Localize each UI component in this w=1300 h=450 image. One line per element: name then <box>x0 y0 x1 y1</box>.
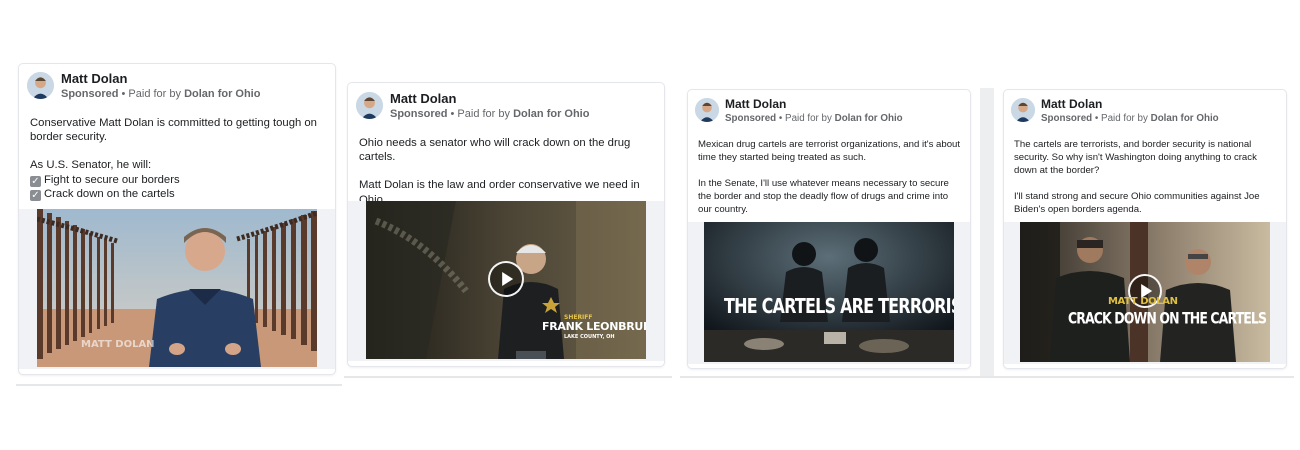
video-caption: FRANK LEONBRUNO <box>542 320 646 333</box>
video-caption: CRACK DOWN ON THE CARTELS <box>1068 308 1267 328</box>
sponsored-line: Sponsored • Paid for by Dolan for Ohio <box>61 88 260 100</box>
play-icon[interactable] <box>488 261 524 297</box>
paid-for-prefix: • Paid for by <box>121 88 182 100</box>
paid-for-prefix: • Paid for by <box>1094 113 1148 124</box>
video-watermark: MATT DOLAN <box>81 339 155 350</box>
sponsored-label: Sponsored <box>1041 113 1093 124</box>
sponsored-line: Sponsored • Paid for by Dolan for Ohio <box>390 108 589 120</box>
advertiser-name[interactable]: Matt Dolan <box>61 71 127 86</box>
ad-text-line: Conservative Matt Dolan is committed to … <box>30 117 317 144</box>
video-caption-small: MATT DOLAN <box>1108 296 1178 307</box>
advertiser-avatar[interactable] <box>695 98 719 122</box>
payer-name[interactable]: Dolan for Ohio <box>1151 113 1219 124</box>
ad-text-line: As U.S. Senator, he will: <box>30 159 152 172</box>
ad-column-divider <box>16 384 342 386</box>
ad-column-divider <box>980 88 994 378</box>
ad-text-line <box>1014 177 1278 190</box>
video-caption: THE CARTELS ARE TERRORISTS <box>724 294 954 318</box>
ad-card: Matt Dolan Sponsored • Paid for by Dolan… <box>348 83 664 366</box>
video-thumbnail[interactable]: MATT DOLAN <box>37 209 317 367</box>
paid-for-prefix: • Paid for by <box>778 113 832 124</box>
sponsored-label: Sponsored <box>61 88 119 100</box>
advertiser-avatar[interactable] <box>1011 98 1035 122</box>
payer-name[interactable]: Dolan for Ohio <box>184 88 260 100</box>
payer-name[interactable]: Dolan for Ohio <box>513 108 589 120</box>
ad-text-line: In the Senate, I'll use whatever means n… <box>698 178 949 215</box>
checkbox-icon: ✓ <box>30 175 41 187</box>
sponsored-line: Sponsored • Paid for by Dolan for Ohio <box>725 113 903 124</box>
payer-name[interactable]: Dolan for Ohio <box>835 113 903 124</box>
ad-card: Matt Dolan Sponsored • Paid for by Dolan… <box>688 90 970 368</box>
video-thumbnail[interactable]: MATT DOLAN CRACK DOWN ON THE CARTELS <box>1020 222 1270 362</box>
ad-column-divider <box>344 376 672 378</box>
ad-text-line <box>359 164 659 178</box>
advertiser-avatar[interactable] <box>356 92 383 119</box>
ad-text-line: The cartels are terrorists, and border s… <box>1014 139 1257 176</box>
video-frame: MATT DOLAN CRACK DOWN ON THE CARTELS <box>1004 222 1286 364</box>
ad-text-line: Mexican drug cartels are terrorist organ… <box>698 139 961 163</box>
sponsored-label: Sponsored <box>390 108 448 120</box>
ad-text-line <box>698 164 962 177</box>
video-frame: MATT DOLAN <box>19 209 335 369</box>
ad-text-line <box>30 144 326 158</box>
advertiser-name[interactable]: Matt Dolan <box>725 97 786 111</box>
paid-for-prefix: • Paid for by <box>450 108 511 120</box>
checkbox-icon: ✓ <box>30 189 41 201</box>
advertiser-name[interactable]: Matt Dolan <box>390 91 456 106</box>
sponsored-line: Sponsored • Paid for by Dolan for Ohio <box>1041 113 1219 124</box>
video-frame: SHERIFF FRANK LEONBRUNO LAKE COUNTY, OH <box>348 201 664 361</box>
video-caption-sub: LAKE COUNTY, OH <box>564 334 615 340</box>
video-frame: THE CARTELS ARE TERRORISTS <box>688 222 970 364</box>
ad-text-line: I'll stand strong and secure Ohio commun… <box>1014 191 1260 215</box>
ad-body-text: Mexican drug cartels are terrorist organ… <box>698 138 962 216</box>
sponsored-label: Sponsored <box>725 113 777 124</box>
ad-card: Matt Dolan Sponsored • Paid for by Dolan… <box>1004 90 1286 368</box>
ad-column-divider <box>680 376 1294 378</box>
ad-card: Matt Dolan Sponsored • Paid for by Dolan… <box>19 64 335 374</box>
advertiser-avatar[interactable] <box>27 72 54 99</box>
ad-body-text: Conservative Matt Dolan is committed to … <box>30 116 326 201</box>
ad-body-text: Ohio needs a senator who will crack down… <box>359 136 659 207</box>
video-thumbnail[interactable]: THE CARTELS ARE TERRORISTS <box>704 222 954 362</box>
ad-body-text: The cartels are terrorists, and border s… <box>1014 138 1278 216</box>
advertiser-name[interactable]: Matt Dolan <box>1041 97 1102 111</box>
checklist-item: ✓ Fight to secure our borders <box>30 173 180 187</box>
checklist-item: ✓ Crack down on the cartels <box>30 187 175 201</box>
video-thumbnail[interactable]: SHERIFF FRANK LEONBRUNO LAKE COUNTY, OH <box>366 201 646 359</box>
ad-text-line: Ohio needs a senator who will crack down… <box>359 137 631 164</box>
